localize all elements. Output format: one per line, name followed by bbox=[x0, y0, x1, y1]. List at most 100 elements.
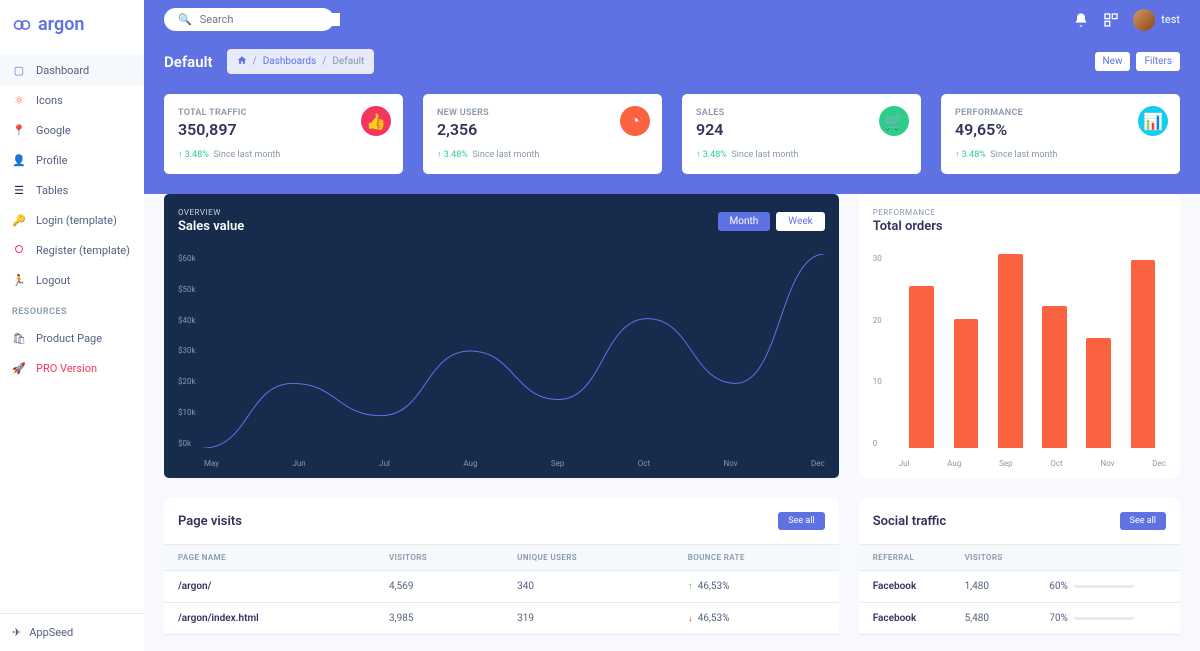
sidebar-item-logout[interactable]: 🏃 Logout bbox=[0, 265, 144, 295]
atom-icon: ⚛ bbox=[12, 93, 26, 107]
sidebar-item-pro-version[interactable]: 🚀 PRO Version bbox=[0, 353, 144, 383]
tables-row: Page visits See all PAGE NAMEVISITORSUNI… bbox=[144, 498, 1200, 651]
stat-label: SALES bbox=[696, 108, 907, 118]
table-row[interactable]: Facebook5,48070% bbox=[859, 603, 1180, 635]
brand-logo[interactable]: argon bbox=[0, 0, 144, 49]
orders-chart-panel: PERFORMANCE Total orders 3020100 JulAugS… bbox=[859, 194, 1180, 478]
run-icon: 🏃 bbox=[12, 273, 26, 287]
bar bbox=[1086, 338, 1111, 448]
brand-text: argon bbox=[38, 14, 84, 35]
sidebar-item-label: Logout bbox=[36, 274, 70, 287]
bell-icon[interactable] bbox=[1073, 12, 1089, 28]
stat-label: TOTAL TRAFFIC bbox=[178, 108, 389, 118]
search-input[interactable] bbox=[200, 13, 340, 26]
bars-icon: 📊 bbox=[1138, 106, 1168, 136]
bar bbox=[954, 319, 979, 448]
sidebar-item-profile[interactable]: 👤 Profile bbox=[0, 145, 144, 175]
tab-week[interactable]: Week bbox=[776, 212, 824, 231]
circle-icon: ⭘ bbox=[12, 243, 26, 257]
search-icon: 🔍 bbox=[178, 13, 192, 26]
content: TOTAL TRAFFIC 350,897 👍 ↑ 3.48% Since la… bbox=[144, 94, 1200, 651]
sidebar-item-label: Profile bbox=[36, 154, 67, 167]
breadcrumb-home[interactable] bbox=[237, 55, 247, 68]
apps-icon[interactable] bbox=[1103, 12, 1119, 28]
sales-chart-panel: OVERVIEW Sales value Month Week $60k$50k… bbox=[164, 194, 839, 478]
sidebar-item-label: PRO Version bbox=[36, 362, 97, 375]
sales-overview-label: OVERVIEW bbox=[178, 208, 244, 217]
stat-change: ↑ 3.48% Since last month bbox=[696, 149, 907, 160]
sidebar-item-label: Product Page bbox=[36, 332, 102, 345]
tv-icon: ▢ bbox=[12, 63, 26, 77]
stat-change: ↑ 3.48% Since last month bbox=[437, 149, 648, 160]
table-row[interactable]: /argon/4,569340↑ 46,53% bbox=[164, 571, 839, 603]
sidebar: argon ▢ Dashboard ⚛ Icons 📍 Google 👤 Profile ☰ Ta… bbox=[0, 0, 144, 651]
avatar bbox=[1133, 9, 1155, 31]
sidebar-item-label: Icons bbox=[36, 94, 63, 107]
bar bbox=[1042, 306, 1067, 448]
rocket-icon: 🚀 bbox=[12, 361, 26, 375]
stat-value: 350,897 bbox=[178, 120, 389, 139]
sidebar-item-label: Register (template) bbox=[36, 244, 130, 257]
topbar-right: test bbox=[1073, 9, 1180, 31]
search-box[interactable]: 🔍 bbox=[164, 8, 334, 31]
footer-label: AppSeed bbox=[29, 626, 73, 639]
sidebar-item-label: Dashboard bbox=[36, 64, 89, 77]
breadcrumb: / Dashboards / Default bbox=[227, 49, 375, 74]
list-icon: ☰ bbox=[12, 183, 26, 197]
new-button[interactable]: New bbox=[1095, 52, 1131, 71]
sidebar-item-login-template-[interactable]: 🔑 Login (template) bbox=[0, 205, 144, 235]
stat-card-3: PERFORMANCE 49,65% 📊 ↑ 3.48% Since last … bbox=[941, 94, 1180, 174]
stats-row: TOTAL TRAFFIC 350,897 👍 ↑ 3.48% Since la… bbox=[144, 94, 1200, 194]
sidebar-item-label: Google bbox=[36, 124, 71, 137]
thumb-icon: 👍 bbox=[361, 106, 391, 136]
sales-title: Sales value bbox=[178, 219, 244, 234]
page-visits-title: Page visits bbox=[178, 514, 242, 529]
topbar: 🔍 test bbox=[144, 0, 1200, 39]
breadcrumb-current: Default bbox=[332, 56, 364, 67]
send-icon: ✈ bbox=[12, 626, 21, 639]
stat-card-2: SALES 924 🛒 ↑ 3.48% Since last month bbox=[682, 94, 921, 174]
sidebar-footer-link[interactable]: ✈ AppSeed bbox=[0, 613, 144, 651]
header-buttons: New Filters bbox=[1095, 52, 1180, 71]
tab-month[interactable]: Month bbox=[718, 212, 771, 231]
sidebar-item-tables[interactable]: ☰ Tables bbox=[0, 175, 144, 205]
filters-button[interactable]: Filters bbox=[1136, 52, 1180, 71]
user-menu[interactable]: test bbox=[1133, 9, 1180, 31]
charts-row: OVERVIEW Sales value Month Week $60k$50k… bbox=[144, 194, 1200, 498]
bar bbox=[998, 254, 1023, 448]
user-icon: 👤 bbox=[12, 153, 26, 167]
sidebar-item-product-page[interactable]: 🛍Product Page bbox=[0, 323, 144, 353]
table-row[interactable]: /argon/index.html3,985319↓ 46,53% bbox=[164, 603, 839, 635]
sidebar-item-dashboard[interactable]: ▢ Dashboard bbox=[0, 55, 144, 85]
stat-card-0: TOTAL TRAFFIC 350,897 👍 ↑ 3.48% Since la… bbox=[164, 94, 403, 174]
stat-value: 2,356 bbox=[437, 120, 648, 139]
sidebar-item-google[interactable]: 📍 Google bbox=[0, 115, 144, 145]
social-title: Social traffic bbox=[873, 514, 946, 529]
stat-card-1: NEW USERS 2,356 ◔ ↑ 3.48% Since last mon… bbox=[423, 94, 662, 174]
stat-change: ↑ 3.48% Since last month bbox=[955, 149, 1166, 160]
page-header: Default / Dashboards / Default New Filte… bbox=[144, 39, 1200, 94]
sidebar-item-icons[interactable]: ⚛ Icons bbox=[0, 85, 144, 115]
sidebar-item-label: Tables bbox=[36, 184, 68, 197]
sidebar-item-label: Login (template) bbox=[36, 214, 117, 227]
sidebar-nav: ▢ Dashboard ⚛ Icons 📍 Google 👤 Profile ☰ Tables 🔑 L… bbox=[0, 49, 144, 613]
social-traffic-table: Social traffic See all REFERRALVISITORSF… bbox=[859, 498, 1180, 635]
bar bbox=[909, 286, 934, 448]
page-visits-table: Page visits See all PAGE NAMEVISITORSUNI… bbox=[164, 498, 839, 635]
table-row[interactable]: Facebook1,48060% bbox=[859, 571, 1180, 603]
orders-title: Total orders bbox=[873, 219, 943, 234]
user-name: test bbox=[1161, 13, 1180, 26]
see-all-visits-button[interactable]: See all bbox=[778, 512, 824, 530]
cart-icon: 🛒 bbox=[879, 106, 909, 136]
brand-icon bbox=[12, 15, 32, 35]
orders-chart: 3020100 JulAugSepOctNovDec bbox=[859, 248, 1180, 478]
sidebar-item-register-template-[interactable]: ⭘ Register (template) bbox=[0, 235, 144, 265]
breadcrumb-link[interactable]: Dashboards bbox=[263, 56, 317, 67]
pin-icon: 📍 bbox=[12, 123, 26, 137]
see-all-social-button[interactable]: See all bbox=[1120, 512, 1166, 530]
stat-label: NEW USERS bbox=[437, 108, 648, 118]
orders-overview-label: PERFORMANCE bbox=[873, 208, 943, 217]
bar bbox=[1131, 260, 1156, 448]
chart-tabs: Month Week bbox=[718, 212, 825, 231]
key-icon: 🔑 bbox=[12, 213, 26, 227]
